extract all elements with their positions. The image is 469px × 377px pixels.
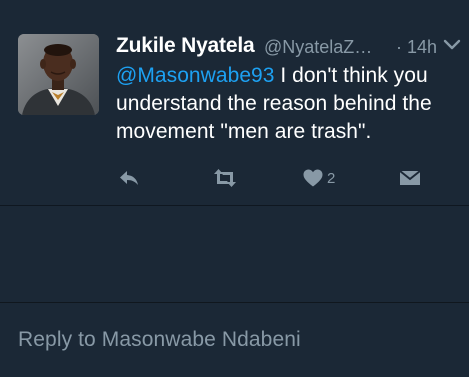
envelope-icon: [399, 170, 421, 185]
reply-icon: [120, 171, 138, 185]
tweet-text-line-1-rest: I don't think you: [274, 64, 428, 87]
reply-input[interactable]: Reply to Masonwabe Ndabeni: [18, 328, 301, 352]
chevron-down-icon[interactable]: [443, 38, 461, 52]
tweet-time[interactable]: · 14h: [396, 37, 437, 58]
tweet-text-line-2: understand the reason behind the: [116, 92, 432, 115]
time-value: 14h: [407, 37, 438, 57]
tweet[interactable]: Zukile Nyatela @NyatelaZ… · 14h @Masonwa…: [0, 0, 469, 205]
like-count: 2: [327, 169, 336, 187]
reply-button[interactable]: [118, 166, 140, 190]
tweet-divider: [0, 205, 469, 206]
tweet-text: @Masonwabe93 I don't think you understan…: [116, 62, 466, 146]
tweet-header: Zukile Nyatela @NyatelaZ… · 14h: [116, 33, 461, 61]
time-separator: ·: [396, 37, 402, 57]
tweet-text-line-1: @Masonwabe93 I don't think you: [116, 62, 466, 90]
tweet-actions: 2: [116, 166, 426, 190]
tweet-text-line-3: movement "men are trash".: [116, 120, 372, 143]
display-name[interactable]: Zukile Nyatela: [116, 34, 255, 58]
user-handle[interactable]: @NyatelaZ…: [264, 37, 372, 58]
like-button[interactable]: 2: [303, 166, 335, 190]
avatar-photo: [18, 34, 99, 115]
mention-link[interactable]: @Masonwabe93: [116, 64, 275, 87]
avatar[interactable]: [18, 34, 99, 115]
direct-message-button[interactable]: [399, 166, 421, 190]
heart-icon: [303, 169, 323, 187]
reply-bar: Reply to Masonwabe Ndabeni: [0, 302, 469, 377]
retweet-icon: [214, 169, 236, 187]
retweet-button[interactable]: [212, 166, 238, 190]
